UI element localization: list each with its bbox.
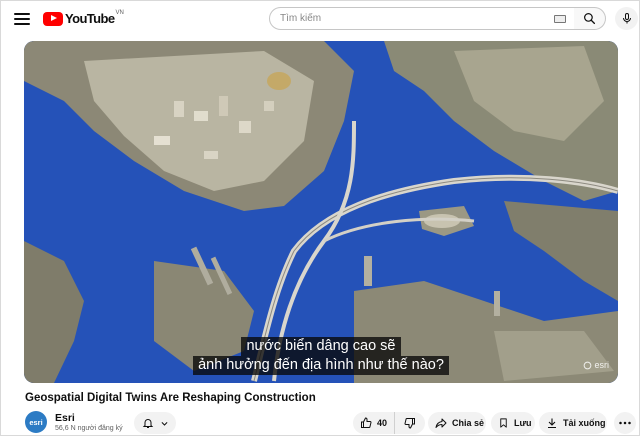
video-title: Geospatial Digital Twins Are Reshaping C… xyxy=(25,392,316,404)
logo-text: YouTube xyxy=(65,11,115,26)
logo-country-code: VN xyxy=(115,9,124,16)
download-button[interactable]: Tải xuống xyxy=(539,412,607,434)
share-label: Chia sẻ xyxy=(452,418,485,428)
esri-watermark: esri xyxy=(583,360,609,370)
youtube-logo[interactable]: YouTube VN xyxy=(43,9,124,26)
caption-line-1: nước biển dâng cao sẽ xyxy=(241,337,401,356)
search-button[interactable] xyxy=(574,7,606,30)
globe-icon xyxy=(584,361,592,369)
menu-icon[interactable] xyxy=(13,10,31,28)
keyboard-icon[interactable] xyxy=(554,15,566,23)
chevron-down-icon xyxy=(161,421,167,426)
microphone-icon xyxy=(622,13,631,24)
search-input[interactable] xyxy=(280,13,540,24)
dislike-button[interactable] xyxy=(395,412,425,434)
youtube-play-icon xyxy=(43,11,63,26)
subscriber-count: 56,6 N người đăng ký xyxy=(55,425,123,432)
like-dislike-group: 40 xyxy=(353,412,425,434)
bookmark-icon xyxy=(500,418,507,428)
more-horizontal-icon xyxy=(619,421,631,425)
share-icon xyxy=(435,418,447,428)
save-label: Lưu xyxy=(514,418,532,428)
channel-name[interactable]: Esri xyxy=(55,412,75,424)
thumbs-down-icon xyxy=(404,418,415,429)
masthead: YouTube VN xyxy=(1,1,640,37)
watermark-text: esri xyxy=(594,360,609,370)
download-icon xyxy=(548,418,556,429)
bell-icon xyxy=(142,419,153,428)
thumbs-up-icon xyxy=(361,417,372,428)
save-button[interactable]: Lưu xyxy=(491,412,535,434)
avatar-text: esri xyxy=(29,417,43,427)
video-frame xyxy=(24,41,618,383)
download-label: Tải xuống xyxy=(563,418,606,428)
channel-avatar[interactable]: esri xyxy=(25,411,47,433)
youtube-watch-page: YouTube VN Tìm kiếm nước biển dâng cao s… xyxy=(0,0,640,436)
caption-box: nước biển dâng cao sẽ ảnh hưởng đến địa … xyxy=(24,337,618,375)
video-player[interactable]: nước biển dâng cao sẽ ảnh hưởng đến địa … xyxy=(24,41,618,383)
caption-line-2: ảnh hưởng đến địa hình như thế nào? xyxy=(193,356,449,375)
search-box xyxy=(269,7,575,30)
more-actions-button[interactable] xyxy=(614,412,636,434)
notification-button[interactable] xyxy=(134,412,176,434)
voice-search-button[interactable] xyxy=(615,7,638,30)
share-button[interactable]: Chia sẻ xyxy=(428,412,486,434)
like-button[interactable]: 40 xyxy=(353,412,395,434)
search-icon xyxy=(584,13,596,25)
like-count: 40 xyxy=(377,418,388,428)
